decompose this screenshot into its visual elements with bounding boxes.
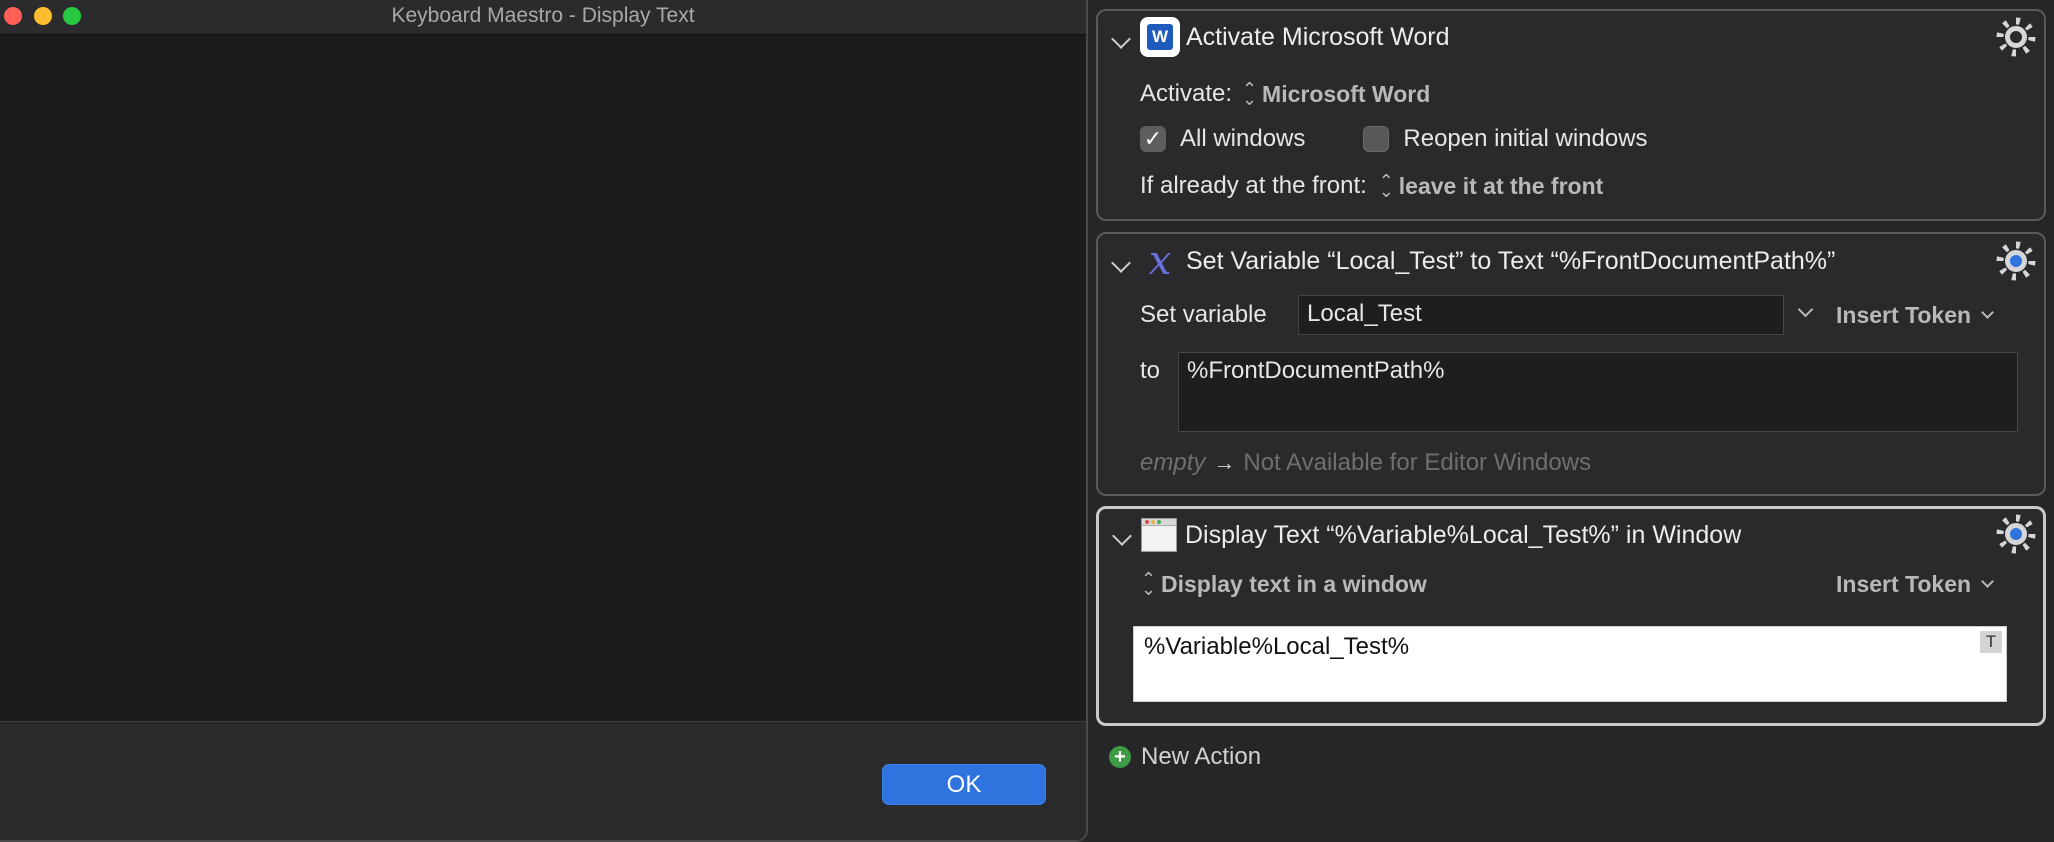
activate-label: Activate: <box>1140 80 1233 107</box>
action-set-variable[interactable]: x Set Variable “Local_Test” to Text “%Fr… <box>1096 232 2046 496</box>
display-mode-popup[interactable]: ⌃ ⌄ Display text in a window <box>1141 567 1427 601</box>
display-text-value: %Variable%Local_Test% <box>1144 633 1410 660</box>
display-text-window: Keyboard Maestro - Display Text OK <box>0 0 1088 842</box>
variable-x-icon: x <box>1148 238 1172 284</box>
chevron-down-icon[interactable] <box>1111 253 1131 273</box>
action-title: Activate Microsoft Word <box>1186 22 1450 51</box>
action-display-text[interactable]: Display Text “%Variable%Local_Test%” in … <box>1096 506 2046 726</box>
dialog-footer: OK <box>0 721 1086 840</box>
gear-icon[interactable] <box>1996 514 2036 554</box>
display-text-area[interactable] <box>0 35 1086 721</box>
display-window-icon <box>1141 518 1177 552</box>
window-title: Keyboard Maestro - Display Text <box>391 4 695 27</box>
updown-icon: ⌃ ⌄ <box>1141 569 1157 599</box>
variable-value-field[interactable]: %FrontDocumentPath% <box>1178 352 2018 432</box>
microsoft-word-icon: W <box>1140 17 1180 57</box>
action-title: Set Variable “Local_Test” to Text “%Fron… <box>1186 246 1836 275</box>
reopen-windows-label: Reopen initial windows <box>1403 125 1648 152</box>
activate-app-popup[interactable]: ⌃ ⌄ Microsoft Word <box>1242 79 1430 109</box>
insert-token-menu[interactable]: Insert Token <box>1836 298 1994 332</box>
chevron-down-icon <box>1981 574 1994 588</box>
set-variable-label: Set variable <box>1140 301 1267 328</box>
actions-panel: W Activate Microsoft Word Activate: ⌃ ⌄ M… <box>1088 0 2054 842</box>
chevron-down-icon[interactable] <box>1112 526 1132 546</box>
to-label: to <box>1140 357 1161 384</box>
variable-name-field[interactable]: Local_Test <box>1298 295 1784 335</box>
variable-menu-chevron-icon[interactable] <box>1797 301 1814 318</box>
all-windows-checkbox[interactable]: ✓ <box>1140 126 1166 152</box>
gear-icon[interactable] <box>1996 241 2036 281</box>
gear-icon[interactable] <box>1996 17 2036 57</box>
front-label: If already at the front: <box>1140 172 1367 199</box>
reopen-windows-checkbox[interactable] <box>1363 126 1390 152</box>
chevron-down-icon[interactable] <box>1111 29 1131 49</box>
text-token-icon[interactable]: T <box>1980 631 2002 653</box>
updown-icon: ⌃ ⌄ <box>1378 171 1394 201</box>
window-titlebar[interactable]: Keyboard Maestro - Display Text <box>0 0 1086 35</box>
ok-button[interactable]: OK <box>882 764 1046 805</box>
value-preview: empty → Not Available for Editor Windows <box>1140 449 1592 476</box>
insert-token-menu[interactable]: Insert Token <box>1836 567 1994 601</box>
plus-icon: + <box>1109 746 1131 768</box>
all-windows-label: All windows <box>1180 125 1306 152</box>
chevron-down-icon <box>1981 305 1994 319</box>
action-activate-word[interactable]: W Activate Microsoft Word Activate: ⌃ ⌄ M… <box>1096 9 2046 221</box>
arrow-right-icon: → <box>1213 450 1236 475</box>
new-action-button[interactable]: + New Action <box>1109 742 1261 772</box>
action-title: Display Text “%Variable%Local_Test%” in … <box>1185 520 1742 549</box>
front-behavior-popup[interactable]: ⌃ ⌄ leave it at the front <box>1378 171 1603 201</box>
display-text-field[interactable]: %Variable%Local_Test% T <box>1133 626 2007 702</box>
updown-icon: ⌃ ⌄ <box>1242 79 1258 109</box>
